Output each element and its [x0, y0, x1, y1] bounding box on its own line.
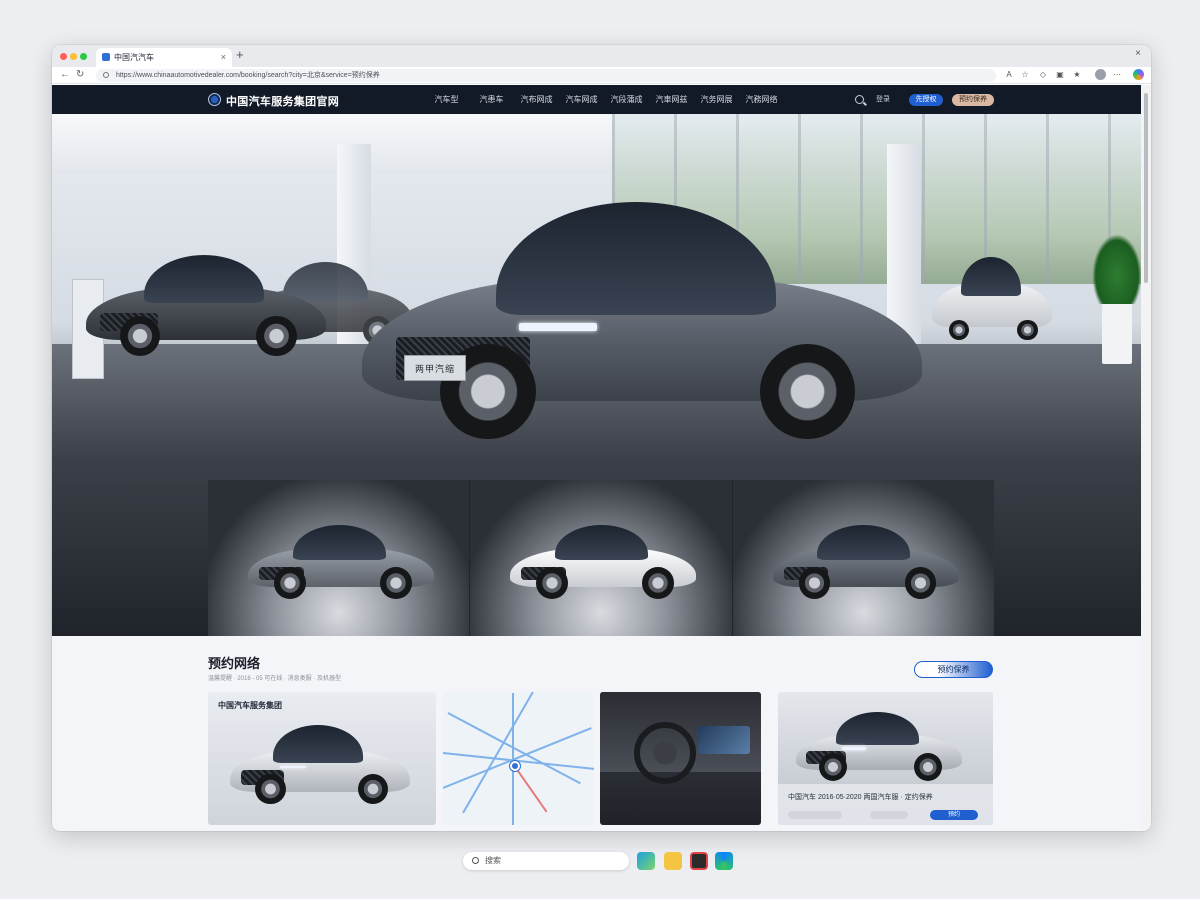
file-explorer-icon[interactable]	[664, 852, 682, 870]
nav-item-8[interactable]: 汽務网络	[739, 85, 784, 114]
minimize-window-dot-icon[interactable]	[70, 53, 77, 60]
more-menu-icon[interactable]: ⋯	[1112, 70, 1122, 80]
model-thumbnail-strip	[208, 480, 994, 636]
window-close-icon[interactable]: ×	[1135, 48, 1141, 59]
license-plate: 两甲汽缩	[404, 355, 466, 381]
collections-icon[interactable]: ▣	[1055, 70, 1065, 80]
background-white-suv	[932, 249, 1052, 344]
model-thumbnail-dark[interactable]	[732, 480, 994, 636]
nav-item-6[interactable]: 汽車网兹	[649, 85, 694, 114]
back-arrow-icon[interactable]: ←	[60, 69, 70, 80]
taskbar-search[interactable]: 搜索	[463, 852, 629, 870]
book-service-button[interactable]: 预约保养	[914, 661, 993, 678]
login-link[interactable]: 登录	[876, 85, 890, 114]
booking-card[interactable]: 中国汽车 2016·05·2020 两国汽车服 · 定约保养 预约	[778, 692, 993, 825]
main-nav: 汽车型 汽患车 汽布网成 汽车网成 汽段蒲成 汽車网兹 汽务网展 汽務网络	[424, 85, 784, 114]
close-window-dot-icon[interactable]	[60, 53, 67, 60]
nav-item-5[interactable]: 汽段蒲成	[604, 85, 649, 114]
site-header: 中国汽车服务集团官网 汽车型 汽患车 汽布网成 汽车网成 汽段蒲成 汽車网兹 汽…	[52, 85, 1141, 114]
infotainment-screen	[698, 726, 750, 754]
address-url: https://www.chinaautomotivedealer.com/bo…	[116, 72, 380, 79]
booking-info-text: 中国汽车 2016·05·2020 两国汽车服 · 定约保养	[788, 794, 933, 801]
scrollbar-thumb[interactable]	[1144, 93, 1148, 283]
booking-info: 中国汽车 2016·05·2020 两国汽车服 · 定约保养 预约	[778, 784, 993, 825]
dealer-map-card[interactable]	[443, 692, 594, 825]
section-title: 预约网络	[208, 656, 261, 671]
model-thumbnail-grey[interactable]	[208, 480, 471, 636]
card-title: 中国汽车服务集团	[218, 701, 282, 710]
book-service-header-button[interactable]: 预约保养	[952, 94, 994, 106]
browser-toolbar: ← ↻ https://www.chinaautomotivedealer.co…	[52, 67, 1151, 84]
model-thumbnail-white[interactable]	[470, 480, 733, 636]
reload-icon[interactable]: ↻	[76, 69, 84, 80]
booking-card-button[interactable]: 预约	[930, 810, 978, 820]
copilot-icon[interactable]	[1133, 69, 1144, 80]
maximize-window-dot-icon[interactable]	[80, 53, 87, 60]
background-suv	[86, 246, 326, 361]
tab-title: 中国汽汽车	[114, 53, 154, 62]
search-icon[interactable]	[855, 95, 864, 104]
nav-item-1[interactable]: 汽车型	[424, 85, 469, 114]
nav-item-4[interactable]: 汽车网成	[559, 85, 604, 114]
browser-tab[interactable]: 中国汽汽车 ×	[96, 48, 232, 67]
site-info-icon[interactable]	[103, 72, 109, 78]
tab-close-icon[interactable]: ×	[221, 48, 226, 67]
authorize-button[interactable]: 先授权	[909, 94, 943, 106]
map-pin-icon[interactable]	[510, 761, 520, 771]
camera-app-icon[interactable]	[690, 852, 708, 870]
extensions-icon[interactable]: ◇	[1038, 70, 1048, 80]
site-logo-text[interactable]: 中国汽车服务集团官网	[226, 93, 339, 109]
page-scrollbar[interactable]	[1141, 85, 1151, 831]
plant-pot	[1102, 304, 1132, 364]
tab-bar: 中国汽汽车 × + ×	[52, 45, 1151, 67]
search-icon	[472, 857, 479, 864]
edge-browser-icon[interactable]	[637, 852, 655, 870]
page-viewport: 中国汽车服务集团官网 汽车型 汽患车 汽布网成 汽车网成 汽段蒲成 汽車网兹 汽…	[52, 85, 1141, 831]
nav-item-2[interactable]: 汽患车	[469, 85, 514, 114]
taskbar-search-label: 搜索	[485, 856, 501, 865]
plant-decoration	[1092, 234, 1141, 304]
brand-logo-icon[interactable]	[208, 93, 221, 106]
bookmarks-icon[interactable]: ★	[1072, 70, 1082, 80]
nav-item-3[interactable]: 汽布网成	[514, 85, 559, 114]
new-tab-icon[interactable]: +	[236, 47, 244, 62]
address-bar[interactable]: https://www.chinaautomotivedealer.com/bo…	[96, 69, 996, 82]
edge-app-icon[interactable]	[715, 852, 733, 870]
section-subtitle: 温馨提醒 · 2016 - 05 可在线 · 消息类服 · 及机器型	[208, 676, 342, 682]
service-group-card[interactable]: 中国汽车服务集团	[208, 692, 436, 825]
info-chip[interactable]	[870, 811, 908, 819]
steering-wheel-icon	[634, 722, 696, 784]
site-favicon-icon	[102, 53, 110, 61]
profile-avatar[interactable]	[1095, 69, 1106, 80]
featured-sedan[interactable]	[362, 180, 922, 450]
hero-banner: 两甲汽缩	[52, 114, 1141, 636]
read-aloud-icon[interactable]: A	[1004, 70, 1014, 80]
favorites-icon[interactable]: ☆	[1020, 70, 1030, 80]
browser-window: 中国汽汽车 × + × ← ↻ https://www.chinaautomot…	[52, 45, 1151, 831]
info-chip[interactable]	[788, 811, 842, 819]
nav-item-7[interactable]: 汽务网展	[694, 85, 739, 114]
interior-card[interactable]	[600, 692, 761, 825]
